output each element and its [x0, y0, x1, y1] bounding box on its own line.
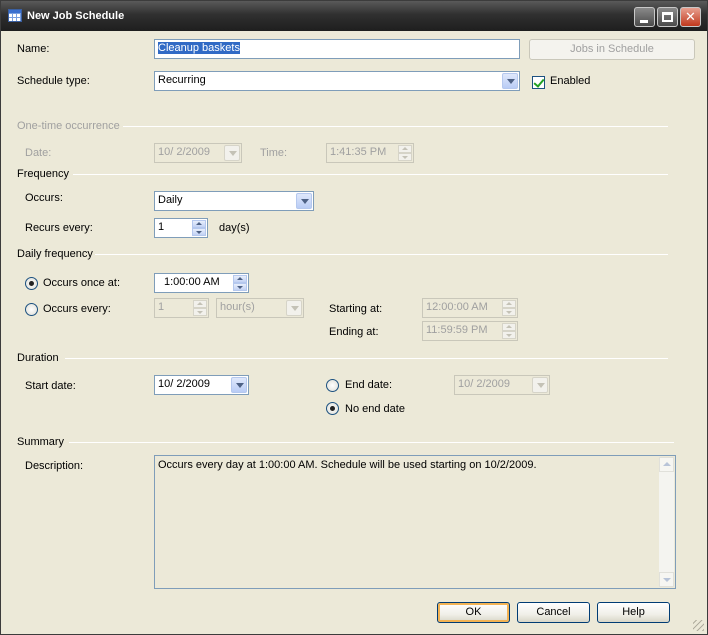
enabled-label: Enabled: [550, 75, 591, 87]
name-input[interactable]: Cleanup baskets: [154, 39, 520, 59]
starting-at-value: 12:00:00 AM: [426, 301, 488, 313]
chevron-down-icon[interactable]: [286, 300, 302, 316]
chevron-down-icon[interactable]: [296, 193, 312, 209]
recurs-every-value: 1: [158, 221, 165, 233]
window-title: New Job Schedule: [27, 10, 125, 22]
divider: [95, 254, 668, 255]
name-value: Cleanup baskets: [158, 42, 240, 54]
calendar-icon: [8, 9, 22, 22]
spinner-icon[interactable]: [192, 220, 206, 236]
schedule-type-value: Recurring: [158, 74, 206, 86]
chevron-down-icon[interactable]: [224, 145, 240, 161]
occurs-once-time-value: 1:00:00 AM: [164, 276, 220, 288]
one-time-time-label: Time:: [260, 147, 288, 159]
end-date-radio[interactable]: [326, 379, 339, 392]
resize-grip-icon[interactable]: [693, 620, 704, 631]
chevron-down-icon[interactable]: [502, 73, 518, 89]
enabled-checkbox[interactable]: [532, 76, 545, 89]
ending-at-stepper[interactable]: 11:59:59 PM: [422, 321, 518, 341]
one-time-time-value: 1:41:35 PM: [330, 146, 387, 158]
spinner-icon[interactable]: [233, 275, 247, 291]
starting-at-stepper[interactable]: 12:00:00 AM: [422, 298, 518, 318]
end-date-label: End date:: [345, 379, 393, 391]
spinner-icon[interactable]: [502, 323, 516, 339]
minimize-icon: [640, 20, 648, 23]
maximize-icon: [662, 12, 673, 22]
recurs-every-label: Recurs every:: [25, 222, 93, 234]
chevron-down-icon[interactable]: [231, 377, 247, 393]
title-bar[interactable]: New Job Schedule ✕: [1, 1, 707, 31]
spinner-icon[interactable]: [398, 145, 412, 161]
description-label: Description:: [25, 460, 84, 472]
occurs-every-label: Occurs every:: [43, 303, 111, 315]
occurs-select[interactable]: Daily: [154, 191, 314, 211]
one-time-date-picker[interactable]: 10/ 2/2009: [154, 143, 242, 163]
one-time-date-value: 10/ 2/2009: [158, 146, 210, 158]
vertical-scrollbar[interactable]: [659, 457, 674, 587]
occurs-every-unit-value: hour(s): [220, 301, 255, 313]
frequency-group-label: Frequency: [17, 168, 69, 180]
scroll-up-icon[interactable]: [659, 457, 674, 472]
no-end-date-radio[interactable]: [326, 402, 339, 415]
summary-group-label: Summary: [17, 436, 65, 448]
help-button[interactable]: Help: [597, 602, 670, 623]
ending-at-label: Ending at:: [329, 326, 379, 338]
name-label: Name:: [17, 43, 50, 55]
scroll-down-icon[interactable]: [659, 572, 674, 587]
occurs-once-time-stepper[interactable]: 1:00:00 AM: [154, 273, 249, 293]
duration-group-label: Duration: [17, 352, 59, 364]
end-date-picker[interactable]: 10/ 2/2009: [454, 375, 550, 395]
minimize-button[interactable]: [634, 7, 655, 27]
occurs-value: Daily: [158, 194, 183, 206]
recurs-every-stepper[interactable]: 1: [154, 218, 208, 238]
daily-frequency-group-label: Daily frequency: [17, 248, 93, 260]
maximize-button[interactable]: [657, 7, 678, 27]
starting-at-label: Starting at:: [329, 303, 383, 315]
chevron-down-icon[interactable]: [532, 377, 548, 393]
one-time-group-label: One-time occurrence: [17, 120, 120, 132]
new-job-schedule-dialog: New Job Schedule ✕ Name: Cleanup baskets…: [0, 0, 708, 635]
start-date-picker[interactable]: 10/ 2/2009: [154, 375, 249, 395]
occurs-every-value: 1: [158, 301, 165, 313]
occurs-once-label: Occurs once at:: [43, 277, 121, 289]
one-time-date-label: Date:: [25, 147, 52, 159]
cancel-button[interactable]: Cancel: [517, 602, 590, 623]
occurs-every-radio[interactable]: [25, 303, 38, 316]
end-date-value: 10/ 2/2009: [458, 378, 510, 390]
divider: [65, 358, 668, 359]
occurs-every-unit-select[interactable]: hour(s): [216, 298, 304, 318]
occurs-once-radio[interactable]: [25, 277, 38, 290]
divider: [73, 174, 668, 175]
occurs-label: Occurs:: [25, 192, 63, 204]
ok-button[interactable]: OK: [437, 602, 510, 623]
start-date-value: 10/ 2/2009: [158, 378, 210, 390]
spinner-icon[interactable]: [502, 300, 516, 316]
close-icon: ✕: [685, 9, 696, 24]
no-end-date-label: No end date: [345, 403, 405, 415]
close-button[interactable]: ✕: [680, 7, 701, 27]
schedule-type-label: Schedule type:: [17, 75, 90, 87]
spinner-icon[interactable]: [193, 300, 207, 316]
recurs-unit-label: day(s): [219, 222, 250, 234]
divider: [123, 126, 668, 127]
ending-at-value: 11:59:59 PM: [426, 324, 488, 336]
description-text: Occurs every day at 1:00:00 AM. Schedule…: [158, 459, 537, 471]
jobs-in-schedule-button[interactable]: Jobs in Schedule: [529, 39, 695, 60]
divider: [69, 442, 674, 443]
start-date-label: Start date:: [25, 380, 76, 392]
schedule-type-select[interactable]: Recurring: [154, 71, 520, 91]
one-time-time-stepper[interactable]: 1:41:35 PM: [326, 143, 414, 163]
occurs-every-stepper[interactable]: 1: [154, 298, 209, 318]
description-textarea[interactable]: Occurs every day at 1:00:00 AM. Schedule…: [154, 455, 676, 589]
